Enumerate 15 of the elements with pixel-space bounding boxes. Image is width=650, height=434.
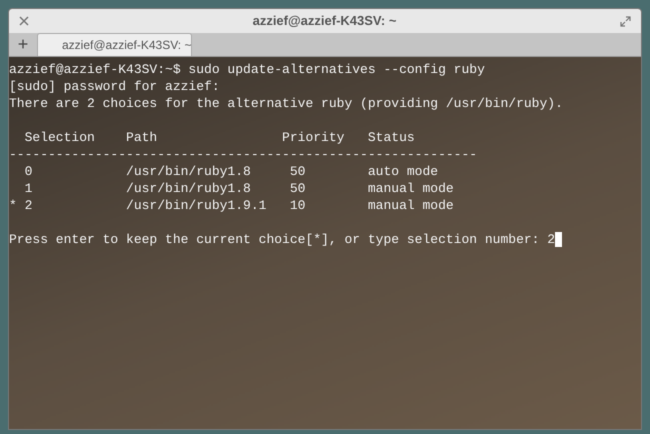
terminal-line: 1 /usr/bin/ruby1.8 50 manual mode xyxy=(24,180,454,197)
tab[interactable]: azzief@azzief-K43SV: ~ xyxy=(37,33,192,56)
terminal-line: * 2 /usr/bin/ruby1.9.1 10 manual mode xyxy=(9,197,454,214)
window-title: azzief@azzief-K43SV: ~ xyxy=(252,12,398,30)
terminal-line: There are 2 choices for the alternative ruby (providing /usr/bin/ruby). xyxy=(9,95,563,112)
new-tab-button[interactable]: + xyxy=(9,32,37,56)
terminal-line: 0 /usr/bin/ruby1.8 50 auto mode xyxy=(24,163,438,180)
terminal-line: azzief@azzief-K43SV:~$ sudo update-alternatives --config ruby xyxy=(9,61,485,78)
cursor-block xyxy=(555,232,562,247)
terminal-line: Press enter to keep the current choice[*], or type selection number: 2 xyxy=(9,231,556,248)
terminal-line: [sudo] password for azzief: xyxy=(9,78,220,95)
close-icon[interactable] xyxy=(19,16,29,26)
terminal-line: ------------------------------------------------------------ xyxy=(9,146,478,163)
terminal-line: Selection Path Priority Status xyxy=(24,129,415,146)
maximize-icon[interactable] xyxy=(620,16,631,26)
